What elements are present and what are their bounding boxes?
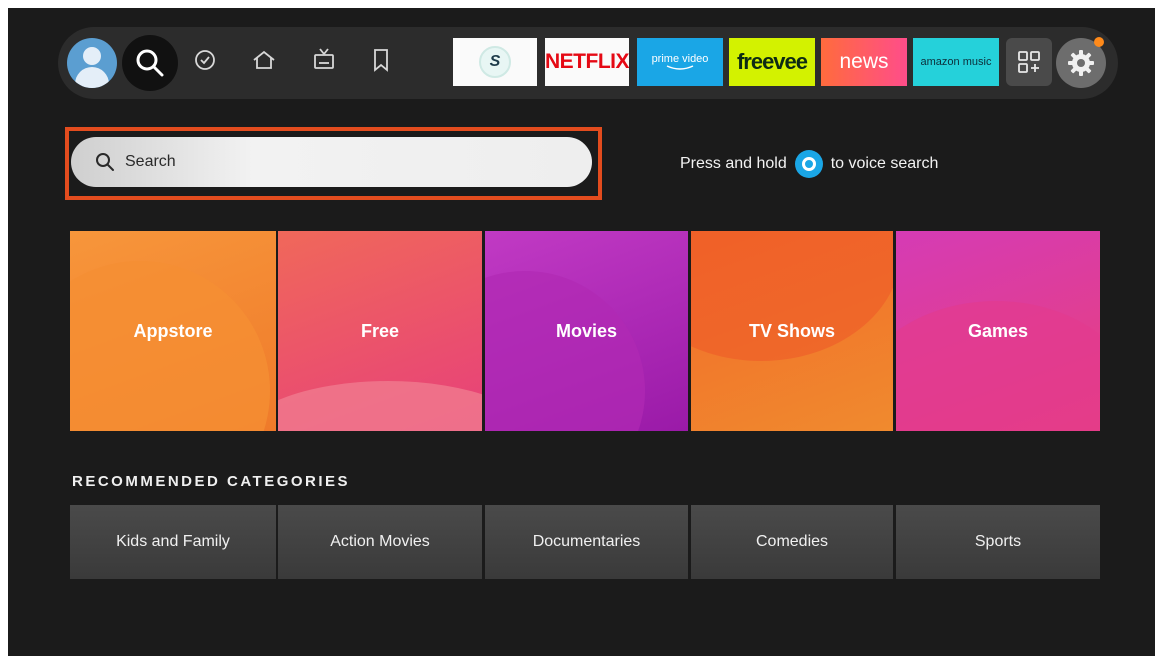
news-logo: news — [839, 50, 889, 73]
recommended-label: Documentaries — [532, 533, 641, 550]
amazon-music-logo: amazon music — [920, 56, 992, 68]
category-label: Appstore — [133, 320, 213, 341]
app-tile-prime-video[interactable]: prime video — [637, 38, 723, 86]
bookmark-icon — [374, 49, 388, 72]
tile-decoration — [691, 231, 893, 361]
avatar-head — [83, 47, 101, 65]
surfshark-logo: S — [479, 46, 511, 78]
app-tile-netflix[interactable]: NETFLIX — [545, 38, 629, 86]
recommended-categories-heading: RECOMMENDED CATEGORIES — [72, 473, 351, 490]
category-label: Games — [967, 320, 1029, 341]
prime-video-logo: prime video — [651, 52, 709, 65]
recommended-label: Sports — [974, 533, 1022, 550]
avatar-body — [75, 67, 109, 88]
recommended-item-kids-and-family[interactable]: Kids and Family — [70, 505, 276, 579]
search-icon — [136, 49, 164, 77]
app-tile-news[interactable]: news — [821, 38, 907, 86]
tile-decoration — [278, 381, 482, 431]
search-placeholder: Search — [125, 153, 176, 170]
nav-live-tv-button[interactable] — [311, 46, 337, 72]
live-tv-icon — [314, 48, 334, 69]
category-tile-appstore[interactable]: Appstore — [70, 231, 276, 431]
recommended-item-comedies[interactable]: Comedies — [691, 505, 893, 579]
check-circle-icon — [195, 50, 215, 70]
category-tile-tv-shows[interactable]: TV Shows — [691, 231, 893, 431]
app-tile-surfshark[interactable]: S — [453, 38, 537, 86]
recommended-item-sports[interactable]: Sports — [896, 505, 1100, 579]
nav-watchlist-button[interactable] — [370, 47, 392, 73]
apps-button[interactable] — [1006, 38, 1052, 86]
category-tile-games[interactable]: Games — [896, 231, 1100, 431]
tile-decoration — [70, 261, 270, 431]
voice-search-hint: Press and hold to voice search — [680, 150, 938, 178]
freevee-logo: freevee — [736, 49, 808, 74]
recommended-label: Action Movies — [330, 533, 430, 550]
alexa-icon — [794, 150, 823, 178]
category-label: Movies — [555, 320, 618, 341]
apps-grid-icon — [1018, 51, 1040, 73]
recommended-item-documentaries[interactable]: Documentaries — [485, 505, 688, 579]
recommended-label: Kids and Family — [116, 533, 230, 550]
nav-home-button[interactable] — [251, 48, 277, 72]
category-label: Free — [360, 320, 400, 341]
category-tile-movies[interactable]: Movies — [485, 231, 688, 431]
app-tile-freevee[interactable]: freevee — [729, 38, 815, 86]
nav-check-button[interactable] — [193, 48, 217, 72]
recommended-item-action-movies[interactable]: Action Movies — [278, 505, 482, 579]
tile-decoration — [485, 271, 645, 431]
profile-avatar[interactable] — [67, 38, 117, 88]
netflix-logo: NETFLIX — [545, 50, 629, 73]
search-icon — [96, 153, 114, 171]
search-input[interactable]: Search — [71, 137, 592, 187]
notification-dot — [1094, 37, 1104, 47]
tv-screen: S NETFLIX prime video freevee news amazo… — [8, 8, 1155, 656]
app-tile-amazon-music[interactable]: amazon music — [913, 38, 999, 86]
recommended-label: Comedies — [755, 533, 829, 550]
prime-smile-icon — [666, 64, 694, 70]
nav-search-button[interactable] — [122, 35, 178, 91]
voice-hint-prefix: Press and hold — [680, 155, 787, 172]
home-icon — [253, 50, 275, 69]
gear-icon — [1068, 50, 1094, 76]
category-tile-free[interactable]: Free — [278, 231, 482, 431]
category-label: TV Shows — [748, 320, 835, 341]
voice-hint-suffix: to voice search — [830, 155, 939, 172]
